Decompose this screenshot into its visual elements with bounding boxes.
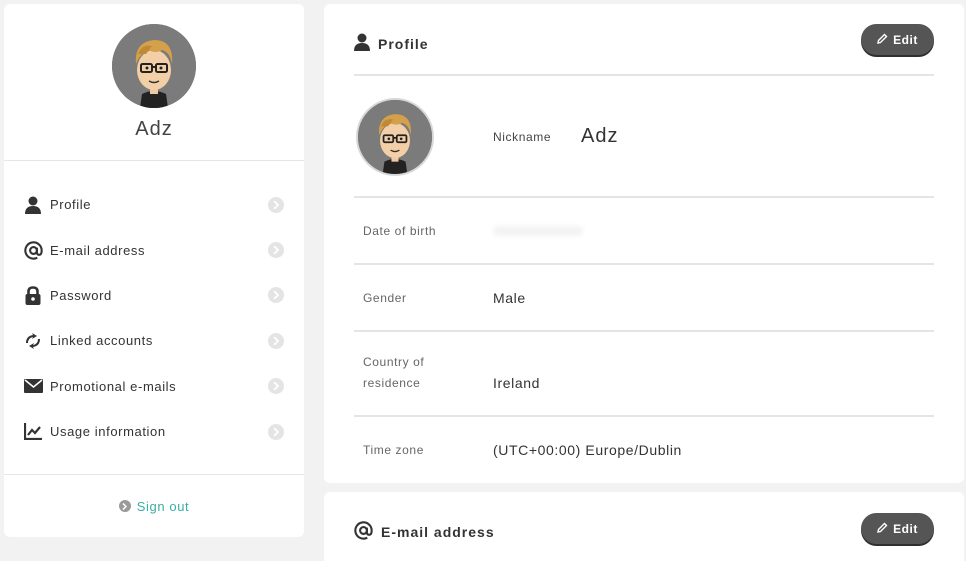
chevron-right-icon [268, 196, 284, 213]
sidebar-item-linked-accounts[interactable]: Linked accounts [4, 318, 304, 363]
gender-value: Male [493, 290, 526, 306]
sidebar-item-usage-information[interactable]: Usage information [4, 409, 304, 454]
gender-row: Gender Male [354, 265, 934, 332]
chevron-right-icon [268, 378, 284, 395]
link-icon [23, 331, 43, 351]
chevron-right-icon [268, 242, 284, 259]
sidebar-item-promotional-emails[interactable]: Promotional e-mails [4, 364, 304, 409]
person-icon [354, 33, 370, 54]
at-icon [23, 240, 43, 260]
nickname-row: Nickname Adz [354, 76, 934, 198]
nickname-value: Adz [581, 125, 619, 147]
date-of-birth-label: Date of birth [363, 224, 437, 238]
profile-edit-button[interactable]: Edit [861, 24, 934, 55]
sign-out-label: Sign out [136, 498, 190, 514]
chevron-right-icon [268, 332, 284, 349]
chart-icon [23, 422, 43, 442]
envelope-icon [23, 376, 43, 396]
sidebar-item-label: E-mail address [50, 242, 146, 258]
lock-icon [23, 285, 43, 305]
at-icon [354, 521, 373, 543]
country-row: Country of residence Ireland [354, 332, 934, 417]
chevron-right-icon [268, 423, 284, 440]
sidebar-item-label: Password [50, 287, 112, 303]
timezone-label: Time zone [363, 443, 424, 457]
edit-label: Edit [893, 521, 918, 536]
country-label: Country of residence [363, 352, 424, 394]
timezone-value: (UTC+00:00) Europe/Dublin [493, 442, 682, 458]
avatar [356, 98, 434, 176]
gender-label: Gender [363, 291, 407, 305]
nickname-label: Nickname [493, 130, 552, 144]
email-card: E-mail address Edit [324, 492, 964, 561]
email-title-text: E-mail address [381, 524, 495, 540]
chevron-right-icon [268, 287, 284, 304]
avatar [112, 24, 196, 108]
timezone-row: Time zone (UTC+00:00) Europe/Dublin [354, 417, 934, 483]
pencil-icon [877, 522, 888, 536]
email-section-title: E-mail address [354, 521, 495, 543]
date-of-birth-row: Date of birth [354, 198, 934, 265]
country-label-line2: residence [363, 376, 421, 390]
sidebar-item-label: Promotional e-mails [50, 378, 177, 394]
chevron-right-icon [118, 500, 131, 512]
profile-section-title: Profile [354, 33, 429, 54]
date-of-birth-value-hidden [493, 226, 583, 236]
person-icon [23, 195, 43, 215]
pencil-icon [877, 33, 888, 47]
sidebar: Adz Profile E-mail address Password Link… [4, 4, 304, 537]
profile-card: Profile Edit Nickname Adz Date of birth … [324, 4, 964, 483]
country-label-line1: Country of [363, 355, 425, 369]
mii-avatar-image [358, 100, 432, 174]
sidebar-item-password[interactable]: Password [4, 273, 304, 318]
edit-label: Edit [893, 32, 918, 47]
user-display-name: Adz [135, 118, 173, 140]
sign-out-link[interactable]: Sign out [118, 498, 190, 514]
country-value: Ireland [493, 375, 541, 391]
sidebar-footer: Sign out [4, 474, 304, 537]
sidebar-item-profile[interactable]: Profile [4, 182, 304, 227]
sidebar-item-email[interactable]: E-mail address [4, 227, 304, 272]
mii-avatar-image [112, 24, 196, 108]
sidebar-item-label: Linked accounts [50, 333, 153, 349]
profile-title-text: Profile [378, 35, 429, 52]
sidebar-item-label: Profile [50, 197, 92, 213]
sidebar-menu: Profile E-mail address Password Linked a… [4, 182, 304, 454]
sidebar-item-label: Usage information [50, 424, 166, 440]
email-edit-button[interactable]: Edit [861, 513, 934, 544]
sidebar-header: Adz [4, 4, 304, 161]
